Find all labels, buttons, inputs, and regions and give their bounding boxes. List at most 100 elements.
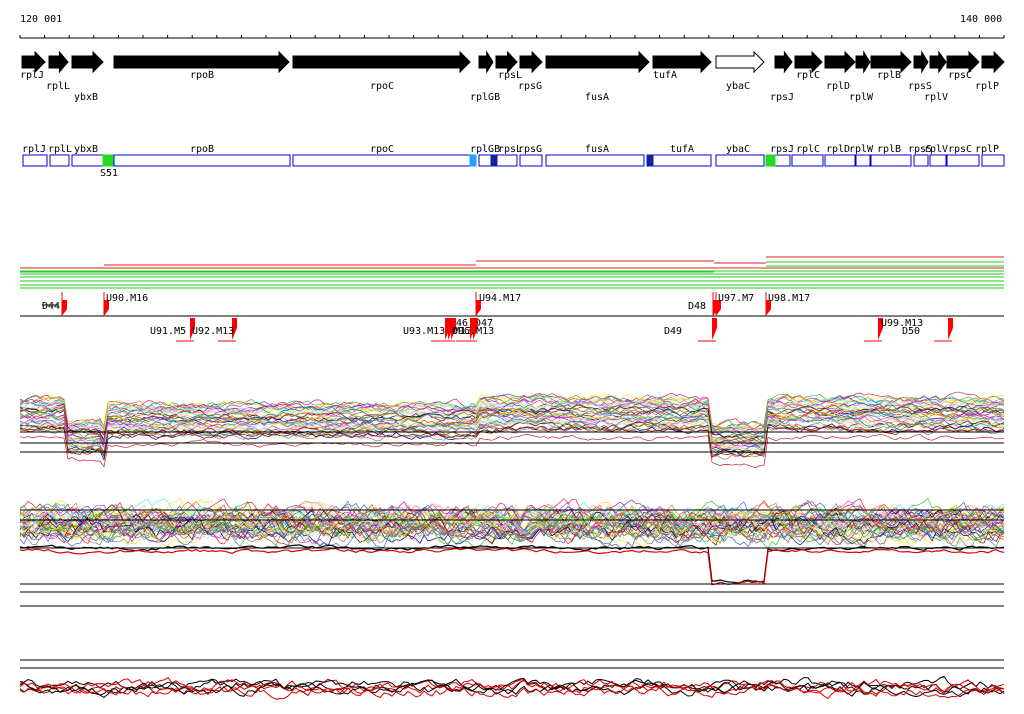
gene-arrow	[824, 50, 856, 74]
feature-block	[765, 154, 776, 167]
marker-label: U97.M7	[718, 293, 754, 304]
gene-arrow	[715, 50, 765, 74]
feature-label: S51	[100, 168, 118, 179]
gene-label: rplB	[877, 70, 901, 81]
ruler-start-label: 120 001	[20, 14, 62, 25]
gene-arrow	[946, 50, 980, 74]
gene-label: rplGB	[470, 92, 500, 103]
gene-arrow	[495, 50, 518, 74]
gene-box-label: rplL	[48, 144, 72, 155]
marker-label: D44	[42, 301, 60, 312]
marker-flag	[948, 318, 953, 340]
gene-label: rplW	[849, 92, 874, 103]
gene-label: ybaC	[726, 81, 750, 92]
gene-arrow	[981, 50, 1005, 74]
variant-markers: D44 U90.M16 U94.M17 D48 U97.M7 U98.M17 U91.M5 U…	[20, 292, 1004, 342]
gene-arrow	[855, 50, 871, 74]
gene-arrow	[48, 50, 69, 74]
marker-label: U93.M13	[403, 326, 445, 337]
gene-box	[870, 154, 912, 167]
marker-label: U96.M13	[452, 326, 494, 337]
marker-flag	[712, 318, 717, 340]
gene-box	[22, 154, 48, 167]
gene-box	[545, 154, 645, 167]
gene-box-label: rplJ	[22, 144, 46, 155]
marker-label: D48	[688, 301, 706, 312]
ruler-end-label: 140 000	[960, 14, 1002, 25]
gene-label: rplP	[975, 81, 999, 92]
gene-label: fusA	[585, 92, 609, 103]
gene-arrow	[774, 50, 793, 74]
gene-box-label: rplW	[849, 144, 874, 155]
gene-box	[647, 154, 712, 167]
gene-box-label: rplGB	[470, 144, 500, 155]
gene-box-label: tufA	[670, 144, 694, 155]
profile-trace	[19, 433, 1005, 468]
gene-arrow	[913, 50, 929, 74]
gene-arrow	[794, 50, 823, 74]
gene-arrow	[292, 50, 471, 74]
gene-arrow	[113, 50, 290, 74]
feature-block	[646, 154, 654, 167]
gene-arrow-track: rplJrplL ybxB rpoB rpoC rplGB rpsLrpsG fusA tuf…	[20, 50, 1005, 103]
marker-label: U98.M17	[768, 293, 810, 304]
gene-box-track: rplJ rplL ybxB rpoB rpoC rplGBrpsLrpsG fusA tuf…	[22, 144, 1005, 179]
gene-box	[929, 154, 947, 167]
gene-label: rplC	[796, 70, 820, 81]
marker-flag	[62, 300, 67, 316]
gene-box	[913, 154, 929, 167]
gene-label: rplV	[924, 92, 948, 103]
gene-box	[715, 154, 765, 167]
feature-block	[102, 154, 114, 167]
gene-box	[495, 154, 518, 167]
profile-trace	[19, 547, 1005, 586]
gene-arrow	[71, 50, 104, 74]
gene-label: ybxB	[74, 92, 98, 103]
gene-label: rplD	[826, 81, 850, 92]
gene-label: rpsJ	[770, 92, 794, 103]
expression-profiles	[19, 391, 1005, 700]
marker-label: U94.M17	[479, 293, 521, 304]
gene-box-label: rplV	[924, 144, 948, 155]
profile-trace	[19, 419, 1005, 455]
gene-box-label: rpsJ	[770, 144, 794, 155]
gene-box-label: ybxB	[74, 144, 98, 155]
gene-box-label: fusA	[585, 144, 609, 155]
coverage-lines	[20, 256, 1004, 289]
gene-box	[519, 154, 543, 167]
gene-label: rpoB	[190, 70, 214, 81]
gene-arrow	[652, 50, 712, 74]
gene-box-label: ybaC	[726, 144, 750, 155]
marker-label: U92.M13	[192, 326, 234, 337]
gene-box	[824, 154, 856, 167]
ruler: 120 001 140 000	[19, 14, 1005, 39]
marker-label: D49	[664, 326, 682, 337]
gene-label: rpsC	[948, 70, 972, 81]
gene-label: rpsS	[908, 81, 932, 92]
gene-box	[292, 154, 471, 167]
gene-box-label: rplD	[826, 144, 850, 155]
gene-label: rpsG	[518, 81, 542, 92]
genome-browser: 120 001 140 000 rplJrplLybxBrpoBrpoCrplG…	[19, 14, 1005, 700]
gene-box	[71, 154, 104, 167]
gene-box-label: rplC	[796, 144, 820, 155]
gene-label: rplJ	[20, 70, 44, 81]
gene-box	[791, 154, 824, 167]
ruler-ticks	[19, 35, 1005, 38]
gene-arrow	[929, 50, 947, 74]
gene-box	[855, 154, 871, 167]
gene-box	[49, 154, 70, 167]
gene-box-label: rplP	[975, 144, 999, 155]
gene-label: rpoC	[370, 81, 394, 92]
gene-arrow	[21, 50, 46, 74]
gene-box	[774, 154, 791, 167]
gene-label: rpsL	[498, 70, 522, 81]
gene-label: rplL	[46, 81, 70, 92]
gene-label: tufA	[653, 70, 677, 81]
gene-box	[113, 154, 291, 167]
marker-label: U91.M5	[150, 326, 186, 337]
gene-arrow	[545, 50, 650, 74]
gene-box-label: rpoB	[190, 144, 214, 155]
gene-box-label: rpsC	[948, 144, 972, 155]
marker-label: U90.M16	[106, 293, 148, 304]
